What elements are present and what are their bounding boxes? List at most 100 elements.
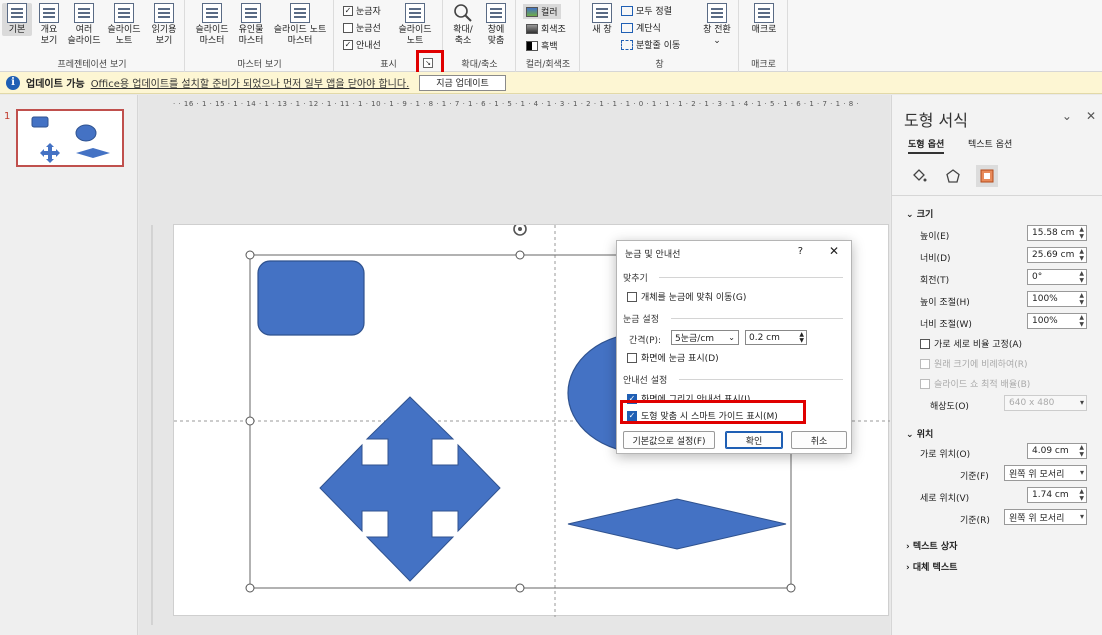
drawing-guides-checkbox[interactable]: ✓ 화면에 그리기 안내선 표시(I) (627, 392, 750, 405)
vertical-position-input[interactable]: 1.74 cm ▲ ▼ (1027, 487, 1087, 503)
spinner-icon[interactable]: ▲ ▼ (1079, 248, 1084, 262)
spacing-cm-input[interactable]: 0.2 cm ▲ ▼ (745, 330, 807, 345)
size-section-header[interactable]: ⌄ 크기 (906, 207, 933, 220)
checkbox-icon: ✓ (343, 39, 353, 50)
tab-shape-options[interactable]: 도형 옵션 (908, 137, 945, 154)
rotation-handle-icon[interactable] (513, 222, 527, 236)
value: 640 x 480 (1009, 398, 1055, 408)
spinner-icon[interactable]: ▲ ▼ (1079, 270, 1084, 284)
rotation-input[interactable]: 0° ▲ ▼ (1027, 269, 1087, 285)
smart-guides-checkbox[interactable]: ✓ 도형 맞춤 시 스마트 가이드 표시(M) (627, 409, 778, 422)
close-icon[interactable]: ✕ (1086, 109, 1096, 123)
spacing-dropdown[interactable]: 5눈금/cm ⌄ (671, 330, 739, 345)
horizontal-position-label: 가로 위치(O) (920, 450, 971, 460)
cascade-button[interactable]: 계단식 (621, 21, 661, 34)
value: 25.69 cm (1032, 250, 1075, 260)
reading-view-button[interactable]: 읽기용 보기 (146, 3, 182, 47)
slide-master-button[interactable]: 슬라이드 마스터 (192, 3, 232, 47)
notes-page-button[interactable]: 슬라이드 노트 (104, 3, 144, 47)
guides-checkbox[interactable]: ✓ 안내선 (343, 38, 381, 51)
spinner-icon[interactable]: ▲ ▼ (1079, 488, 1084, 502)
notes-show-button[interactable]: 슬라이드 노트 (395, 3, 435, 47)
color-option[interactable]: 컬러 (523, 4, 561, 19)
spinner-icon[interactable]: ▲ ▼ (1079, 444, 1084, 458)
group-label: 마스터 보기 (237, 60, 282, 70)
close-icon[interactable]: ✕ (829, 244, 839, 258)
label: 읽기용 (151, 25, 177, 35)
from-horizontal-dropdown[interactable]: 왼쪽 위 모서리 ▾ (1004, 465, 1087, 481)
show-grid-checkbox[interactable]: 화면에 눈금 표시(D) (627, 351, 719, 364)
label: 눈금자 (356, 7, 381, 17)
vertical-position-label: 세로 위치(V) (920, 494, 970, 504)
label: 계단식 (636, 24, 661, 34)
fit-to-window-button[interactable]: 창에 맞춤 (480, 3, 512, 47)
help-icon[interactable]: ? (798, 246, 803, 257)
message-text[interactable]: Office용 업데이트를 설치할 준비가 되었으나 먼저 일부 앱을 닫아야 … (91, 75, 410, 90)
update-now-button[interactable]: 지금 업데이트 (419, 74, 506, 91)
fill-line-icon[interactable] (908, 165, 930, 187)
checkbox-icon: ✓ (343, 5, 353, 16)
size-properties-icon[interactable] (976, 165, 998, 187)
handout-master-button[interactable]: 유인물 마스터 (234, 3, 268, 47)
height-input[interactable]: 15.58 cm ▲ ▼ (1027, 225, 1087, 241)
spinner-icon[interactable]: ▲ ▼ (1079, 226, 1084, 240)
spinner-icon[interactable]: ▲ ▼ (1079, 292, 1084, 306)
value: 100% (1032, 294, 1058, 304)
cancel-button[interactable]: 취소 (791, 431, 847, 449)
ok-button[interactable]: 확인 (725, 431, 783, 449)
grayscale-option[interactable]: 회색조 (526, 22, 566, 35)
checkbox-icon (920, 338, 930, 349)
effects-icon[interactable] (942, 165, 964, 187)
slide-thumbnails-pane: 1 (0, 95, 138, 635)
value: 0.2 cm (749, 332, 780, 343)
arrange-all-button[interactable]: 모두 정렬 (621, 4, 672, 17)
ruler-checkbox[interactable]: ✓ 눈금자 (343, 4, 381, 17)
divider (679, 379, 843, 380)
set-default-button[interactable]: 기본값으로 설정(F) (623, 431, 715, 449)
spinner-icon[interactable]: ▲ ▼ (799, 331, 804, 344)
tab-text-options[interactable]: 텍스트 옵션 (968, 137, 1012, 150)
label: 보기 (155, 36, 173, 46)
alt-text-section-header[interactable]: › 대체 텍스트 (906, 560, 957, 573)
group-label: 컬러/회색조 (525, 60, 571, 70)
from-vertical-dropdown[interactable]: 왼쪽 위 모서리 ▾ (1004, 509, 1087, 525)
text-box-section-header[interactable]: › 텍스트 상자 (906, 539, 957, 552)
checkbox-icon: ✓ (627, 410, 637, 421)
label: 매크로 (751, 25, 777, 35)
switch-window-button[interactable]: 창 전환 ⌄ (699, 3, 735, 47)
value: 1.74 cm (1032, 490, 1069, 500)
snap-to-grid-checkbox[interactable]: 개체를 눈금에 맞춰 이동(G) (627, 290, 746, 303)
width-input[interactable]: 25.69 cm ▲ ▼ (1027, 247, 1087, 263)
four-way-arrow-shape[interactable] (319, 396, 501, 582)
gridlines-checkbox[interactable]: 눈금선 (343, 21, 381, 34)
label: 슬라이드 (195, 25, 229, 35)
chevron-down-icon[interactable]: ⌄ (1062, 109, 1072, 123)
ribbon-group-zoom: 확대/ 축소 창에 맞춤 확대/축소 (444, 0, 516, 72)
lock-aspect-checkbox[interactable]: 가로 세로 비율 고정(A) (920, 337, 1022, 350)
macros-button[interactable]: 매크로 (746, 3, 782, 36)
new-window-button[interactable]: 새 창 (587, 3, 617, 36)
outline-view-button[interactable]: 개요 보기 (34, 3, 64, 47)
label: 슬라이드 (67, 36, 101, 46)
slide-thumbnail-1[interactable] (16, 109, 124, 167)
label: 안내선 (356, 41, 381, 51)
diamond-shape[interactable] (567, 498, 787, 550)
message-bar: i 업데이트 가능 Office용 업데이트를 설치할 준비가 되었으나 먼저 … (0, 72, 1102, 94)
label: 화면에 눈금 표시(D) (641, 354, 719, 364)
zoom-button[interactable]: 확대/ 축소 (448, 3, 478, 47)
spinner-icon[interactable]: ▲ ▼ (1079, 314, 1084, 328)
black-white-option[interactable]: 흑백 (526, 39, 558, 52)
position-section-header[interactable]: ⌄ 위치 (906, 427, 933, 440)
horizontal-position-input[interactable]: 4.09 cm ▲ ▼ (1027, 443, 1087, 459)
label: 창 전환 (703, 25, 731, 35)
move-split-button[interactable]: 분할줄 이동 (621, 38, 680, 51)
notes-master-button[interactable]: 슬라이드 노트 마스터 (270, 3, 330, 47)
slide-sorter-button[interactable]: 여러 슬라이드 (64, 3, 104, 47)
scale-width-input[interactable]: 100% ▲ ▼ (1027, 313, 1087, 329)
label: 확대/ (453, 25, 473, 35)
value: 100% (1032, 316, 1058, 326)
rounded-rectangle-shape[interactable] (257, 260, 365, 336)
scale-height-input[interactable]: 100% ▲ ▼ (1027, 291, 1087, 307)
normal-view-button[interactable]: 기본 (2, 3, 32, 36)
label: 개요 (40, 25, 58, 35)
